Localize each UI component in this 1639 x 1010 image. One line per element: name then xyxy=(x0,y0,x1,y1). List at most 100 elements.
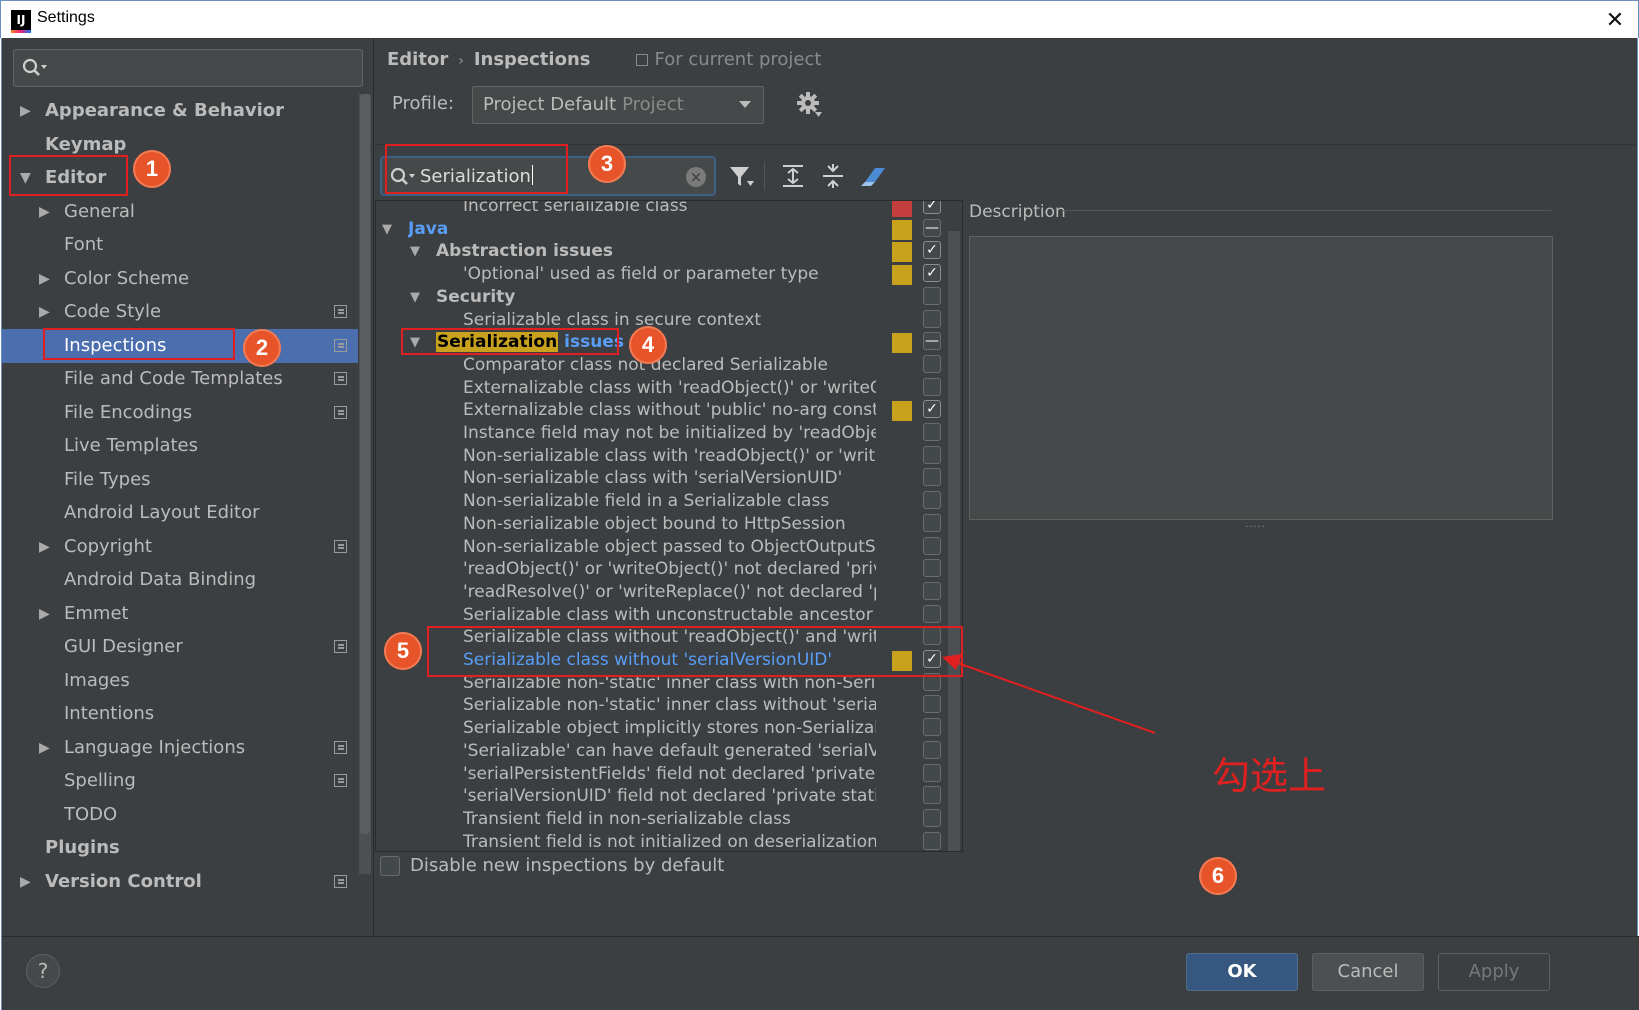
expanded-arrow-icon[interactable]: ▼ xyxy=(382,218,392,241)
inspection-checkbox[interactable] xyxy=(923,468,941,487)
inspection-checkbox[interactable] xyxy=(923,808,941,827)
help-button[interactable]: ? xyxy=(26,954,60,988)
inspection-checkbox[interactable] xyxy=(923,559,941,578)
sidebar-item-file-and-code-templates[interactable]: File and Code Templates xyxy=(2,362,358,396)
inspection-checkbox[interactable] xyxy=(923,309,941,328)
sidebar-item-android-layout-editor[interactable]: Android Layout Editor xyxy=(2,496,358,530)
inspection-checkbox[interactable]: ✓ xyxy=(923,400,941,419)
expanded-arrow-icon[interactable]: ▼ xyxy=(410,240,420,263)
inspection-checkbox[interactable] xyxy=(923,491,941,510)
inspection-group-row[interactable]: ▼ Abstraction issues ✓ xyxy=(376,240,962,263)
sidebar-item-file-encodings[interactable]: File Encodings xyxy=(2,396,358,430)
inspection-row[interactable]: Non-serializable object bound to HttpSes… xyxy=(376,513,962,536)
sidebar-item-appearance-behavior[interactable]: ▶ Appearance & Behavior xyxy=(2,94,358,128)
inspection-row[interactable]: Non-serializable field in a Serializable… xyxy=(376,490,962,513)
sidebar-scrollbar[interactable] xyxy=(359,94,371,874)
close-button[interactable]: ✕ xyxy=(1600,5,1630,35)
apply-button[interactable]: Apply xyxy=(1438,953,1550,991)
inspection-row[interactable]: Transient field is not initialized on de… xyxy=(376,831,962,851)
inspection-checkbox[interactable] xyxy=(923,604,941,623)
inspection-checkbox[interactable]: — xyxy=(923,218,941,237)
sidebar-item-version-control[interactable]: ▶ Version Control xyxy=(2,865,358,899)
inspection-row[interactable]: Comparator class not declared Serializab… xyxy=(376,354,962,377)
reset-eraser-icon[interactable] xyxy=(859,162,887,190)
inspection-row[interactable]: 'Optional' used as field or parameter ty… xyxy=(376,263,962,286)
inspection-checkbox[interactable] xyxy=(923,740,941,759)
sidebar-item-copyright[interactable]: ▶ Copyright xyxy=(2,530,358,564)
inspection-row[interactable]: Serializable object implicitly stores no… xyxy=(376,717,962,740)
resize-grip[interactable]: ····· xyxy=(1245,522,1266,533)
inspection-row[interactable]: 'readObject()' or 'writeObject()' not de… xyxy=(376,558,962,581)
sidebar-item-android-data-binding[interactable]: Android Data Binding xyxy=(2,563,358,597)
sidebar-item-images[interactable]: Images xyxy=(2,664,358,698)
collapsed-arrow-icon[interactable]: ▶ xyxy=(39,295,50,329)
sidebar-item-spelling[interactable]: Spelling xyxy=(2,764,358,798)
inspection-checkbox[interactable] xyxy=(923,354,941,373)
sidebar-item-language-injections[interactable]: ▶ Language Injections xyxy=(2,731,358,765)
inspection-checkbox[interactable] xyxy=(923,718,941,737)
inspection-row[interactable]: 'readResolve()' or 'writeReplace()' not … xyxy=(376,581,962,604)
expanded-arrow-icon[interactable]: ▼ xyxy=(410,286,420,309)
sidebar-item-gui-designer[interactable]: GUI Designer xyxy=(2,630,358,664)
inspection-checkbox[interactable] xyxy=(923,695,941,714)
settings-search-input[interactable] xyxy=(13,49,363,87)
sidebar-item-file-types[interactable]: File Types xyxy=(2,463,358,497)
inspection-checkbox[interactable] xyxy=(923,286,941,305)
collapsed-arrow-icon[interactable]: ▶ xyxy=(39,731,50,765)
inspection-checkbox[interactable] xyxy=(923,423,941,441)
profile-dropdown[interactable]: Project Default Project xyxy=(472,86,764,124)
inspection-row[interactable]: Serializable class with unconstructable … xyxy=(376,604,962,627)
inspection-checkbox[interactable]: ✓ xyxy=(923,241,941,260)
inspection-group-row[interactable]: ▼ Java — xyxy=(376,218,962,241)
inspection-checkbox[interactable] xyxy=(923,513,941,532)
sidebar-item-general[interactable]: ▶ General xyxy=(2,195,358,229)
inspection-row[interactable]: 'serialPersistentFields' field not decla… xyxy=(376,763,962,786)
inspection-row[interactable]: Non-serializable object passed to Object… xyxy=(376,536,962,559)
expand-all-icon[interactable] xyxy=(779,162,807,190)
collapsed-arrow-icon[interactable]: ▶ xyxy=(20,865,31,899)
filter-icon[interactable] xyxy=(727,162,755,190)
inspection-checkbox[interactable]: ✓ xyxy=(923,201,941,214)
inspection-tree-scrollbar[interactable] xyxy=(948,231,960,851)
sidebar-item-color-scheme[interactable]: ▶ Color Scheme xyxy=(2,262,358,296)
inspection-row[interactable]: Non-serializable class with 'serialVersi… xyxy=(376,467,962,490)
sidebar-item-intentions[interactable]: Intentions xyxy=(2,697,358,731)
inspection-checkbox[interactable]: ✓ xyxy=(923,264,941,283)
inspection-checkbox[interactable]: — xyxy=(923,332,941,351)
collapsed-arrow-icon[interactable]: ▶ xyxy=(20,94,31,128)
inspection-group-row[interactable]: ▼ Security xyxy=(376,286,962,309)
sidebar-item-plugins[interactable]: Plugins xyxy=(2,831,358,865)
inspection-row[interactable]: 'Serializable' can have default generate… xyxy=(376,740,962,763)
disable-new-inspections-checkbox[interactable] xyxy=(380,856,400,876)
inspection-checkbox[interactable] xyxy=(923,536,941,555)
inspection-row[interactable]: 'serialVersionUID' field not declared 'p… xyxy=(376,785,962,808)
ok-button[interactable]: OK xyxy=(1186,953,1298,991)
collapsed-arrow-icon[interactable]: ▶ xyxy=(39,195,50,229)
inspection-row[interactable]: Instance field may not be initialized by… xyxy=(376,422,962,445)
sidebar-item-code-style[interactable]: ▶ Code Style xyxy=(2,295,358,329)
collapse-all-icon[interactable] xyxy=(819,162,847,190)
disable-new-inspections-label[interactable]: Disable new inspections by default xyxy=(410,854,724,878)
inspection-row[interactable]: Non-serializable class with 'readObject(… xyxy=(376,445,962,468)
collapsed-arrow-icon[interactable]: ▶ xyxy=(39,530,50,564)
inspection-checkbox[interactable] xyxy=(923,786,941,805)
gear-icon[interactable] xyxy=(797,92,823,118)
sidebar-item-live-templates[interactable]: Live Templates xyxy=(2,429,358,463)
inspection-checkbox[interactable] xyxy=(923,581,941,600)
inspection-row[interactable]: Externalizable class with 'readObject()'… xyxy=(376,377,962,400)
inspection-checkbox[interactable] xyxy=(923,763,941,782)
clear-icon[interactable]: × xyxy=(686,167,706,187)
inspection-row[interactable]: Transient field in non-serializable clas… xyxy=(376,808,962,831)
sidebar-item-emmet[interactable]: ▶ Emmet xyxy=(2,597,358,631)
inspection-checkbox[interactable] xyxy=(923,831,941,850)
cancel-button[interactable]: Cancel xyxy=(1312,953,1424,991)
breadcrumb-editor[interactable]: Editor xyxy=(387,49,448,70)
inspection-row[interactable]: Externalizable class without 'public' no… xyxy=(376,399,962,422)
sidebar-item-todo[interactable]: TODO xyxy=(2,798,358,832)
collapsed-arrow-icon[interactable]: ▶ xyxy=(39,597,50,631)
inspection-row[interactable]: Serializable non-'static' inner class wi… xyxy=(376,694,962,717)
sidebar-item-font[interactable]: Font xyxy=(2,228,358,262)
inspection-checkbox[interactable] xyxy=(923,445,941,464)
collapsed-arrow-icon[interactable]: ▶ xyxy=(39,262,50,296)
inspection-checkbox[interactable] xyxy=(923,377,941,396)
